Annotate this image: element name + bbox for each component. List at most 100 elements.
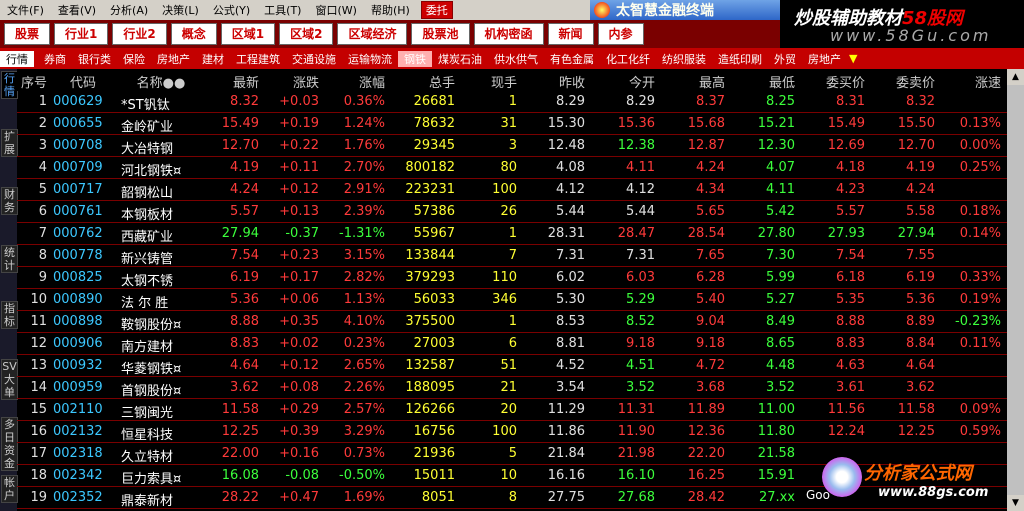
table-row[interactable]: 12 000906 南方建材 8.83 +0.02 0.23% 27003 6 8.81 9.18…: [17, 333, 1007, 355]
side-tab[interactable]: 行情: [1, 71, 18, 99]
toolbar-button[interactable]: 区域经济: [337, 23, 408, 45]
cell-name: *ST钒钛: [121, 98, 170, 113]
industry-tab[interactable]: 券商: [38, 51, 72, 67]
cell-cur: 80: [500, 160, 517, 175]
table-row[interactable]: 9 000825 太钢不锈 6.19 +0.17 2.82% 379293 110 6.02 6.…: [17, 267, 1007, 289]
industry-tab[interactable]: 保险: [117, 51, 151, 67]
toolbar-button[interactable]: 区域1: [220, 23, 276, 45]
side-tab[interactable]: 统计: [1, 245, 18, 273]
vertical-scrollbar[interactable]: ▲ ▼: [1007, 69, 1024, 511]
menu-item[interactable]: 窗口(W): [308, 2, 363, 18]
cell-pct: 2.39%: [343, 204, 385, 219]
side-tab[interactable]: 扩展: [1, 129, 18, 157]
dropdown-arrow-icon[interactable]: ▼: [849, 52, 857, 65]
industry-tab[interactable]: 有色金属: [544, 51, 600, 67]
toolbar-button[interactable]: 行业1: [54, 23, 109, 45]
table-row[interactable]: 6 000761 本钢板材 5.57 +0.13 2.39% 57386 26 5.44 5.44…: [17, 201, 1007, 223]
cell-prev: 11.29: [547, 402, 585, 417]
industry-tab-quotes[interactable]: 行情: [0, 50, 34, 67]
toolbar-button[interactable]: 概念: [170, 23, 217, 45]
table-row[interactable]: 13 000932 华菱钢铁¤ 4.64 +0.12 2.65% 132587 51 4.52 4…: [17, 355, 1007, 377]
cell-pct: 4.10%: [343, 314, 385, 329]
table-row[interactable]: 15 002110 三钢闽光 11.58 +0.29 2.57% 126266 20 11.29…: [17, 399, 1007, 421]
table-row[interactable]: 10 000890 法 尔 胜 5.36 +0.06 1.13% 56033 346 5.30 5…: [17, 289, 1007, 311]
cell-n: 10: [30, 292, 47, 307]
menu-item[interactable]: 工具(T): [257, 2, 308, 18]
table-row[interactable]: 3 000708 大冶特钢 12.70 +0.22 1.76% 29345 3 12.48 12.…: [17, 135, 1007, 157]
toolbar-button[interactable]: 行业2: [112, 23, 167, 45]
menu-item[interactable]: 帮助(H): [364, 2, 417, 18]
table-row[interactable]: 7 000762 西藏矿业 27.94 -0.37 -1.31% 55967 1 28.31 28…: [17, 223, 1007, 245]
industry-tab[interactable]: 工程建筑: [230, 51, 286, 67]
column-header[interactable]: 最新: [197, 72, 259, 91]
industry-tab[interactable]: 钢铁: [398, 50, 432, 67]
industry-tab[interactable]: 建材: [196, 51, 230, 67]
industry-tab[interactable]: 造纸印刷: [712, 51, 768, 67]
column-header[interactable]: 序号: [17, 72, 47, 91]
column-header[interactable]: 委买价: [801, 72, 865, 91]
menu-item[interactable]: 文件(F): [0, 2, 51, 18]
cell-pct: 3.29%: [343, 424, 385, 439]
cell-pct: 2.91%: [343, 182, 385, 197]
side-tab[interactable]: 多日资金: [1, 417, 18, 471]
side-tab[interactable]: SV大单: [1, 359, 18, 400]
industry-tab[interactable]: 外贸: [768, 51, 802, 67]
industry-tab[interactable]: 运输物流: [342, 51, 398, 67]
column-header[interactable]: 现手: [461, 72, 517, 91]
industry-tab[interactable]: 纺织服装: [656, 51, 712, 67]
toolbar-button[interactable]: 区域2: [279, 23, 334, 45]
column-header[interactable]: 今开: [591, 72, 655, 91]
column-header[interactable]: 委卖价: [871, 72, 935, 91]
toolbar-button[interactable]: 股票: [4, 23, 51, 45]
toolbar-button[interactable]: 新闻: [547, 23, 594, 45]
industry-tab[interactable]: 化工化纤: [600, 51, 656, 67]
column-header[interactable]: 最高: [661, 72, 725, 91]
menu-item[interactable]: 决策(L): [155, 2, 206, 18]
menu-item[interactable]: 公式(Y): [206, 2, 257, 18]
industry-tab[interactable]: 银行类: [72, 51, 117, 67]
industry-tab[interactable]: 房地产: [802, 51, 847, 67]
table-row[interactable]: 11 000898 鞍钢股份¤ 8.88 +0.35 4.10% 375500 1 8.53 8.…: [17, 311, 1007, 333]
column-header[interactable]: 涨跌: [263, 72, 319, 91]
cell-high: 16.25: [687, 468, 725, 483]
cell-chg: +0.47: [279, 490, 319, 505]
toolbar-button[interactable]: 内参: [597, 23, 644, 45]
side-tab[interactable]: 帐户: [1, 475, 18, 503]
trade-button[interactable]: 委托: [420, 1, 453, 19]
table-row[interactable]: 16 002132 恒星科技 12.25 +0.39 3.29% 16756 100 11.86…: [17, 421, 1007, 443]
toolbar-button[interactable]: 股票池: [411, 23, 470, 45]
side-tab[interactable]: 指标: [1, 301, 18, 329]
cell-prev: 12.48: [547, 138, 585, 153]
cell-vol: 16756: [413, 424, 455, 439]
table-row[interactable]: 5 000717 韶钢松山 4.24 +0.12 2.91% 223231 100 4.12 4.…: [17, 179, 1007, 201]
table-row[interactable]: 14 000959 首钢股份¤ 3.62 +0.08 2.26% 188095 21 3.54 3…: [17, 377, 1007, 399]
cell-chg: +0.19: [279, 116, 319, 131]
cell-vol: 379293: [405, 270, 455, 285]
column-header[interactable]: 昨收: [521, 72, 585, 91]
column-header[interactable]: 名称●●: [121, 72, 201, 91]
industry-tab[interactable]: 煤炭石油: [432, 51, 488, 67]
side-tab[interactable]: 财务: [1, 187, 18, 215]
cell-ask: 4.19: [906, 160, 935, 175]
column-header[interactable]: 涨幅: [323, 72, 385, 91]
table-row[interactable]: 4 000709 河北钢铁¤ 4.19 +0.11 2.70% 800182 80 4.08 4.…: [17, 157, 1007, 179]
menu-item[interactable]: 分析(A): [103, 2, 155, 18]
cell-bid: 4.63: [836, 358, 865, 373]
table-row[interactable]: 2 000655 金岭矿业 15.49 +0.19 1.24% 78632 31 15.30 15…: [17, 113, 1007, 135]
column-header[interactable]: 最低: [731, 72, 795, 91]
cell-pct: 1.69%: [343, 490, 385, 505]
column-header[interactable]: 代码: [53, 72, 113, 91]
industry-tab[interactable]: 房地产: [151, 51, 196, 67]
table-row[interactable]: 1 000629 *ST钒钛 8.32 +0.03 0.36% 26681 1 8.29 8.29…: [17, 91, 1007, 113]
menu-item[interactable]: 查看(V): [51, 2, 103, 18]
table-row[interactable]: 8 000778 新兴铸管 7.54 +0.23 3.15% 133844 7 7.31 7.31…: [17, 245, 1007, 267]
cell-bid: 6.18: [836, 270, 865, 285]
column-header[interactable]: 涨速: [941, 72, 1001, 91]
industry-tab[interactable]: 交通设施: [286, 51, 342, 67]
cell-last: 7.54: [230, 248, 259, 263]
cell-chg: +0.12: [279, 358, 319, 373]
scroll-up-icon[interactable]: ▲: [1007, 69, 1024, 85]
column-header[interactable]: 总手: [389, 72, 455, 91]
toolbar-button[interactable]: 机构密函: [473, 23, 544, 45]
industry-tab[interactable]: 供水供气: [488, 51, 544, 67]
